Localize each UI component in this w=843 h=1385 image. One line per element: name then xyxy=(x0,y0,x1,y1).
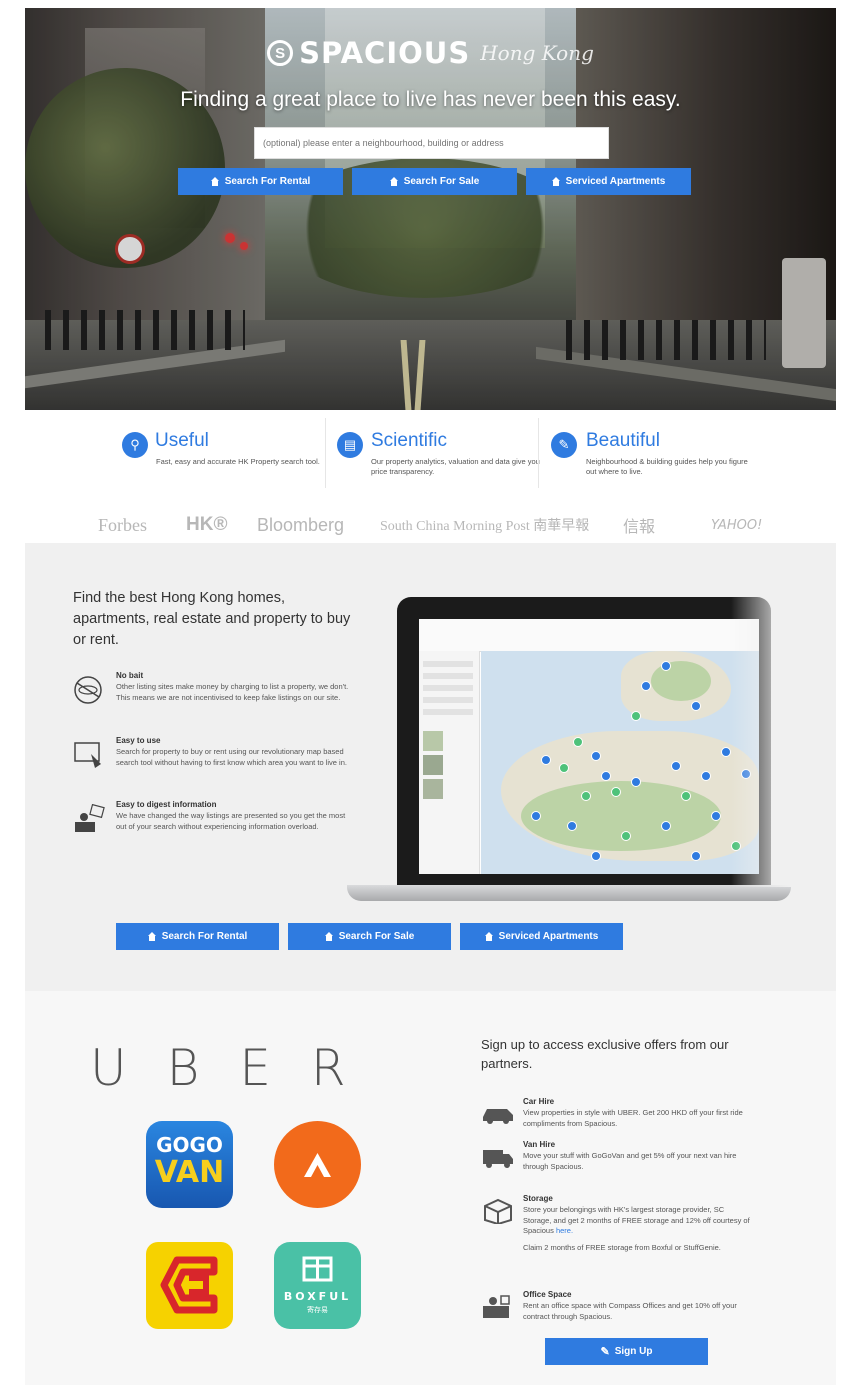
uber-logo: UBER xyxy=(90,1039,386,1097)
offer-desc: View properties in style with UBER. Get … xyxy=(523,1108,743,1128)
boxful-logo: BOXFUL 寄存易 xyxy=(274,1242,361,1329)
box-icon xyxy=(302,1256,333,1282)
offer-desc: Move your stuff with GoGoVan and get 5% … xyxy=(523,1151,737,1171)
feature-title: Beautiful xyxy=(586,430,660,451)
offer-extra: Claim 2 months of FREE storage from Boxf… xyxy=(523,1242,721,1252)
item-title: Easy to digest information xyxy=(116,800,217,809)
home-icon xyxy=(551,177,561,186)
search-rental-button-2[interactable]: Search For Rental xyxy=(116,923,279,950)
home-icon xyxy=(484,932,494,941)
orange-chevron-logo xyxy=(274,1121,361,1208)
search-input[interactable] xyxy=(254,127,609,159)
magnifier-icon: ⚲ xyxy=(122,432,148,458)
office-desk-icon xyxy=(483,1295,510,1318)
item-desc: We have changed the way listings are pre… xyxy=(116,811,346,831)
gogovan-logo: GOGO VAN xyxy=(146,1121,233,1208)
edit-icon: ✎ xyxy=(600,1346,610,1358)
press-yahoo: YAHOO! xyxy=(711,517,763,533)
feature-useful: ⚲ Useful Fast, easy and accurate HK Prop… xyxy=(25,418,325,488)
offer-title: Office Space xyxy=(523,1290,572,1299)
offers-title: Sign up to access exclusive offers from … xyxy=(481,1037,729,1071)
chevron-up-icon xyxy=(304,1153,331,1177)
storage-here-link[interactable]: here. xyxy=(556,1226,573,1235)
car-icon xyxy=(483,1109,513,1124)
offer-desc: Store your belongings with HK's largest … xyxy=(523,1205,753,1253)
sc-storage-icon xyxy=(160,1256,218,1314)
van-icon xyxy=(483,1150,513,1168)
offer-title: Storage xyxy=(523,1194,553,1203)
brand-logo[interactable]: S SPACIOUS Hong Kong xyxy=(267,36,594,70)
brush-icon: ✎ xyxy=(551,432,577,458)
home-icon xyxy=(324,932,334,941)
feature-desc: Our property analytics, valuation and da… xyxy=(371,457,540,476)
feature-title: Scientific xyxy=(371,430,448,451)
item-desc: Search for property to buy or rent using… xyxy=(116,747,347,767)
map-search-section: Find the best Hong Kong homes, apartment… xyxy=(25,543,836,991)
press-hkej: 信報 xyxy=(623,517,656,536)
press-bloomberg: Bloomberg xyxy=(257,514,345,535)
feature-desc: Fast, easy and accurate HK Property sear… xyxy=(156,457,320,466)
offer-desc: Rent an office space with Compass Office… xyxy=(523,1301,737,1321)
offer-title: Van Hire xyxy=(523,1140,556,1149)
search-rental-button[interactable]: Search For Rental xyxy=(178,168,343,195)
home-icon xyxy=(389,177,399,186)
brand-name: SPACIOUS xyxy=(299,36,471,70)
section-title: Find the best Hong Kong homes, apartment… xyxy=(73,590,351,648)
home-icon xyxy=(210,177,220,186)
hero-tagline: Finding a great place to live has never … xyxy=(180,88,681,111)
touch-screen-icon xyxy=(74,742,101,768)
feature-desc: Neighbourhood & building guides help you… xyxy=(586,457,748,476)
offer-title: Car Hire xyxy=(523,1097,555,1106)
spacious-logo-icon: S xyxy=(267,40,294,66)
press-logos: Forbes HK® Bloomberg South China Morning… xyxy=(25,510,836,540)
features-row: ⚲ Useful Fast, easy and accurate HK Prop… xyxy=(25,418,836,493)
search-sale-button-2[interactable]: Search For Sale xyxy=(288,923,451,950)
press-hk: HK® xyxy=(186,514,228,535)
item-title: Easy to use xyxy=(116,736,161,745)
feature-title: Useful xyxy=(155,430,209,451)
press-scmp: South China Morning Post 南華早報 xyxy=(380,519,590,534)
item-desc: Other listing sites make money by chargi… xyxy=(116,682,349,702)
press-forbes: Forbes xyxy=(98,514,147,535)
feature-scientific: ▤ Scientific Our property analytics, val… xyxy=(325,418,540,488)
serviced-apartments-button[interactable]: Serviced Apartments xyxy=(526,168,691,195)
laptop-map-screenshot xyxy=(347,597,791,909)
sc-storage-logo xyxy=(146,1242,233,1329)
page: S SPACIOUS Hong Kong Finding a great pla… xyxy=(25,8,836,1385)
serviced-apartments-button-2[interactable]: Serviced Apartments xyxy=(460,923,623,950)
hero-banner: S SPACIOUS Hong Kong Finding a great pla… xyxy=(25,8,836,410)
reader-icon xyxy=(75,804,105,832)
home-icon xyxy=(147,932,157,941)
brand-city: Hong Kong xyxy=(480,41,594,65)
chart-icon: ▤ xyxy=(337,432,363,458)
partners-section: UBER GOGO VAN BOXFUL 寄存易 Sign up to acce… xyxy=(25,991,836,1385)
item-title: No bait xyxy=(116,671,144,680)
box-icon xyxy=(484,1198,512,1224)
sign-up-button[interactable]: ✎ Sign Up xyxy=(545,1338,708,1365)
search-sale-button[interactable]: Search For Sale xyxy=(352,168,517,195)
no-fish-icon xyxy=(74,676,102,704)
feature-beautiful: ✎ Beautiful Neighbourhood & building gui… xyxy=(538,418,836,488)
